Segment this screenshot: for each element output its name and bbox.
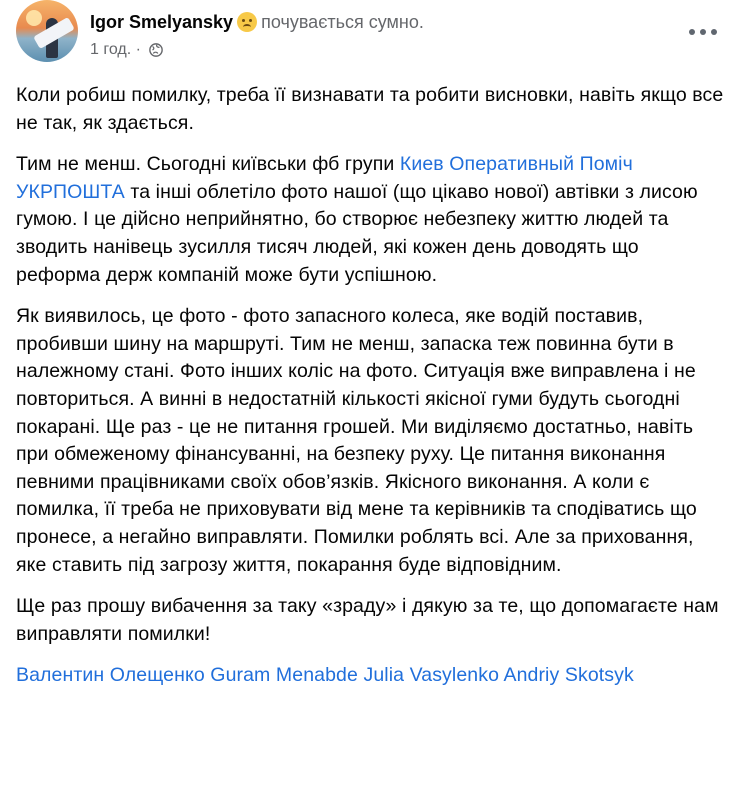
sad-emoji-icon xyxy=(237,12,258,32)
avatar[interactable] xyxy=(16,0,78,62)
paragraph-1: Коли робиш помилку, треба її визнавати т… xyxy=(16,84,724,134)
author-name[interactable]: Igor Smelyansky xyxy=(90,12,233,32)
globe-icon[interactable] xyxy=(149,43,164,57)
more-options-button[interactable] xyxy=(689,22,717,42)
post-meta: 1 год. · xyxy=(90,40,164,60)
paragraph-2: Тим не менш. Сьогодні київськи фб групи … xyxy=(16,151,724,289)
tag-link[interactable]: Guram Menabde xyxy=(210,664,358,686)
name-line: Igor Smelyansky почувається сумно. xyxy=(90,10,424,34)
paragraph-4: Ще раз прошу вибачення за таку «зраду» і… xyxy=(16,595,719,645)
tagged-users: Валентин Олещенко Guram Menabde Julia Va… xyxy=(16,662,724,690)
more-dots-icon xyxy=(700,29,706,35)
paragraph-3: Як виявилось, це фото - фото запасного к… xyxy=(16,305,697,576)
tag-link[interactable]: Валентин Олещенко xyxy=(16,664,205,686)
tag-link[interactable]: Julia Vasylenko xyxy=(363,664,499,686)
post-body: Коли робиш помилку, треба її визнавати т… xyxy=(16,82,724,704)
avatar-sun xyxy=(26,10,42,26)
meta-separator: · xyxy=(135,41,141,58)
post-time[interactable]: 1 год. xyxy=(90,41,131,58)
more-dots-icon xyxy=(689,29,695,35)
more-dots-icon xyxy=(711,29,717,35)
tag-link[interactable]: Andriy Skotsyk xyxy=(503,664,633,686)
post-header: Igor Smelyansky почувається сумно. 1 год.… xyxy=(16,0,723,64)
paragraph-2-start: Тим не менш. Сьогодні київськи фб групи xyxy=(16,153,400,176)
feeling-text: почувається сумно. xyxy=(261,12,424,32)
